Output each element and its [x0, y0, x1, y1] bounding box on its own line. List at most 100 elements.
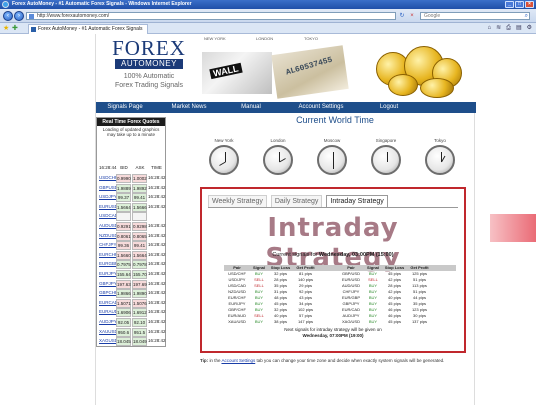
quote-pair-link[interactable]: AUDJPY	[99, 318, 117, 327]
quote-pair-link[interactable]: EURJPY	[99, 270, 117, 279]
quote-pair-link[interactable]: GBPCHF	[99, 289, 118, 298]
world-time-section: Current World Time New York London Moscow S…	[200, 115, 476, 181]
tab-daily-strategy[interactable]: Daily Strategy	[270, 195, 323, 207]
quote-ask: 18.049	[132, 337, 147, 347]
world-clock: Tokyo	[420, 138, 460, 175]
window-title: Forex AutoMoney - #1 Automatic Forex Sig…	[12, 1, 192, 7]
quote-pair-link[interactable]: USDCAD	[99, 212, 118, 221]
clock-minute-hand	[333, 152, 334, 162]
account-settings-link[interactable]: Account Settings	[221, 358, 255, 363]
minimize-icon[interactable]: _	[505, 1, 514, 8]
signals-table-left: Pair Signal Stop Loss Get Profit USD/CHF BUY 3…	[224, 265, 342, 325]
tip-text: Tip: in the Account Settings tab you can…	[200, 358, 468, 364]
clock-city-name: London	[270, 138, 286, 143]
search-icon[interactable]: ⌕	[525, 13, 528, 20]
wall-street-photo: WALL	[202, 52, 272, 94]
address-bar[interactable]: http://www.forexautomoney.com/	[26, 12, 396, 20]
quote-ask: 155.70	[132, 270, 147, 279]
quote-row: NZDUSD 0.8061 0.8065 16:28:42	[99, 231, 166, 241]
quote-pair-link[interactable]: GBPJPY	[99, 280, 117, 289]
tip-label: Tip:	[200, 358, 209, 363]
pink-highlight-arrow	[490, 214, 536, 242]
quote-bid: 1.5664	[116, 202, 131, 212]
signal-row: XAU/USD BUY 38 pips 147 pips	[224, 319, 342, 325]
signal-direction: BUY	[368, 319, 378, 324]
back-icon[interactable]: ‹	[3, 11, 13, 21]
quote-pair-link[interactable]: USDCHF	[99, 174, 118, 183]
clock-city-name: New York	[214, 138, 234, 143]
feeds-icon[interactable]: ≋	[496, 25, 501, 32]
quote-pair-link[interactable]: EURCAD	[99, 299, 118, 308]
quote-ask: 1.9892	[132, 183, 147, 193]
tools-menu-icon[interactable]: ⚙	[527, 25, 532, 32]
site-logo[interactable]: FOREX AUTOMONEY 100% Automatic Forex Tra…	[106, 38, 192, 98]
header-banner-image: NEW YORK LONDON TOKYO WALL AL60537455	[200, 36, 350, 99]
quote-bid: 950.6	[116, 327, 131, 337]
quotes-header-ask: ASK	[135, 165, 145, 170]
refresh-icon[interactable]: ↻	[398, 12, 406, 20]
quote-pair-link[interactable]: USDJPY	[99, 193, 117, 202]
clock-city-name: Tokyo	[434, 138, 446, 143]
quote-row: AUDUSD 0.9291 0.9298 16:28:42	[99, 222, 166, 231]
page-menu-icon[interactable]: ▤	[516, 25, 522, 32]
add-favorite-icon[interactable]: ✚	[12, 25, 18, 32]
quote-row: USDCHF 0.9990 1.0002 16:28:42	[99, 174, 166, 183]
gold-coin	[388, 74, 418, 96]
home-icon[interactable]: ⌂	[487, 25, 491, 32]
quote-pair-link[interactable]: XAUUSD	[99, 328, 118, 337]
clock-city-name: Moscow	[323, 138, 341, 143]
nav-logout[interactable]: Logout	[364, 102, 414, 113]
page-container: FOREX AUTOMONEY 100% Automatic Forex Tra…	[95, 34, 476, 405]
forward-icon[interactable]: ›	[14, 11, 24, 21]
quote-bid: 0.8061	[116, 231, 131, 241]
wall-street-sign: WALL	[209, 62, 243, 80]
clock-minute-hand	[441, 152, 442, 162]
quote-pair-link[interactable]: CHFJPY	[99, 241, 117, 250]
nav-market-news[interactable]: Market News	[154, 102, 224, 113]
world-time-title: Current World Time	[296, 115, 374, 125]
quote-row: EURAUD 1.6906 1.6912 16:28:42	[99, 308, 166, 318]
next-signals-time: Wednesday, 07:00PM (19:00)	[302, 333, 364, 338]
site-header: FOREX AUTOMONEY 100% Automatic Forex Tra…	[96, 34, 476, 102]
maximize-icon[interactable]: □	[515, 1, 524, 8]
quote-ask: 1.6912	[132, 308, 147, 318]
quote-bid: 1.9889	[116, 183, 131, 193]
quote-time	[148, 212, 165, 221]
stop-icon[interactable]: ×	[408, 12, 416, 20]
quote-pair-link[interactable]: XAGUSD	[99, 337, 118, 346]
search-input[interactable]: Google ⌕	[420, 12, 530, 20]
clock-minute-hand	[387, 152, 388, 162]
print-icon[interactable]: ⎙	[506, 25, 511, 32]
close-icon[interactable]: ×	[525, 1, 534, 8]
quote-ask: 197.69	[132, 279, 147, 289]
tab-weekly-strategy[interactable]: Weekly Strategy	[208, 195, 267, 207]
signal-stop-loss: 45 pips	[388, 319, 401, 324]
nav-signals-page[interactable]: Signals Page	[96, 102, 154, 113]
tab-intraday-strategy[interactable]: Intraday Strategy	[326, 195, 388, 207]
quote-time: 16:28:42	[148, 203, 166, 209]
quote-pair-link[interactable]: EURCHF	[99, 251, 118, 260]
strategy-heading: Intraday Strategy	[265, 213, 401, 273]
quote-pair-link[interactable]: AUDUSD	[99, 222, 118, 231]
quote-time: 16:28:42	[148, 261, 166, 267]
favorites-star-icon[interactable]: ★	[3, 25, 9, 32]
quote-pair-link[interactable]: EURAUD	[99, 308, 118, 317]
quote-pair-link[interactable]: GBPUSD	[99, 184, 118, 193]
logo-tagline-2: Forex Trading Signals	[114, 82, 184, 89]
quote-bid: 99.36	[116, 241, 131, 251]
quote-pair-link[interactable]: EURUSD	[99, 203, 118, 212]
quote-time: 16:28:42	[148, 223, 166, 228]
quotes-header-bid: BID	[120, 165, 128, 170]
clock-face-icon	[371, 145, 401, 175]
quote-pair-link[interactable]: EURGBP	[99, 260, 118, 269]
nav-account-settings[interactable]: Account Settings	[278, 102, 364, 113]
browser-tab[interactable]: Forex AutoMoney - #1 Automatic Forex Sig…	[28, 24, 148, 34]
clock-hour-hand	[333, 162, 334, 169]
nav-manual[interactable]: Manual	[224, 102, 278, 113]
main-navigation: Signals Page Market News Manual Account …	[96, 102, 476, 113]
banner-city-3: TOKYO	[304, 36, 318, 41]
gold-coins-image	[368, 42, 468, 100]
signal-get-profit: 147 pips	[297, 319, 314, 324]
tab-label: Forex AutoMoney - #1 Automatic Forex Sig…	[38, 26, 143, 32]
quote-pair-link[interactable]: NZDUSD	[99, 232, 118, 241]
